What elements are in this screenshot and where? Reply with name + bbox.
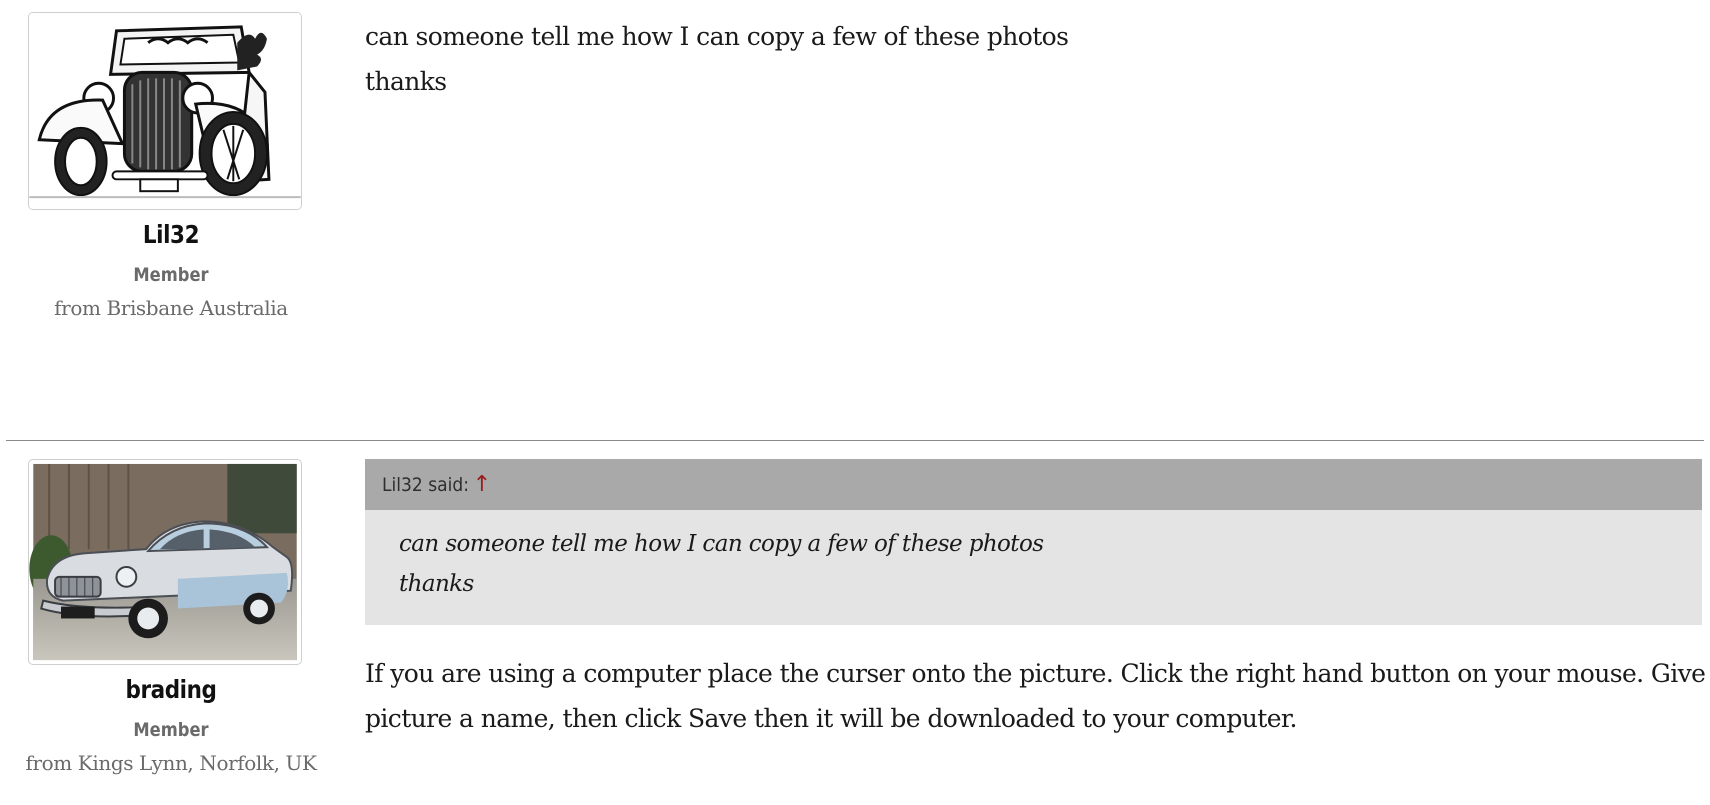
user-location: from Brisbane Australia	[54, 296, 288, 320]
jump-to-quote-arrow-icon[interactable]: ↑	[473, 472, 491, 497]
vintage-car-avatar-image	[29, 463, 297, 661]
post-message: If you are using a computer place the cu…	[365, 651, 1710, 741]
user-role: Member	[133, 264, 209, 286]
quote-line: thanks	[399, 571, 474, 597]
quote-header: Lil32 said: ↑	[365, 459, 1702, 510]
quote-block: Lil32 said: ↑ can someone tell me how I …	[365, 459, 1702, 625]
user-role: Member	[133, 719, 209, 741]
quote-body: can someone tell me how I can copy a few…	[365, 510, 1702, 604]
message-line: picture a name, then click Save then it …	[365, 704, 1297, 733]
message-line: can someone tell me how I can copy a few…	[365, 22, 1069, 51]
quote-line: can someone tell me how I can copy a few…	[399, 531, 1044, 557]
user-location: from Kings Lynn, Norfolk, UK	[25, 751, 317, 775]
post-2: brading Member from Kings Lynn, Norfolk,…	[0, 441, 1710, 805]
hot-rod-avatar-image	[29, 13, 301, 209]
post-1: Lil32 Member from Brisbane Australia can…	[0, 0, 1710, 440]
username[interactable]: Lil32	[29, 220, 313, 249]
avatar[interactable]	[28, 459, 302, 665]
avatar[interactable]	[28, 12, 302, 210]
post-message: can someone tell me how I can copy a few…	[365, 14, 1705, 104]
quote-author: Lil32 said:	[382, 474, 469, 496]
username[interactable]: brading	[29, 675, 313, 704]
message-line: thanks	[365, 67, 447, 96]
message-line: If you are using a computer place the cu…	[365, 659, 1710, 688]
